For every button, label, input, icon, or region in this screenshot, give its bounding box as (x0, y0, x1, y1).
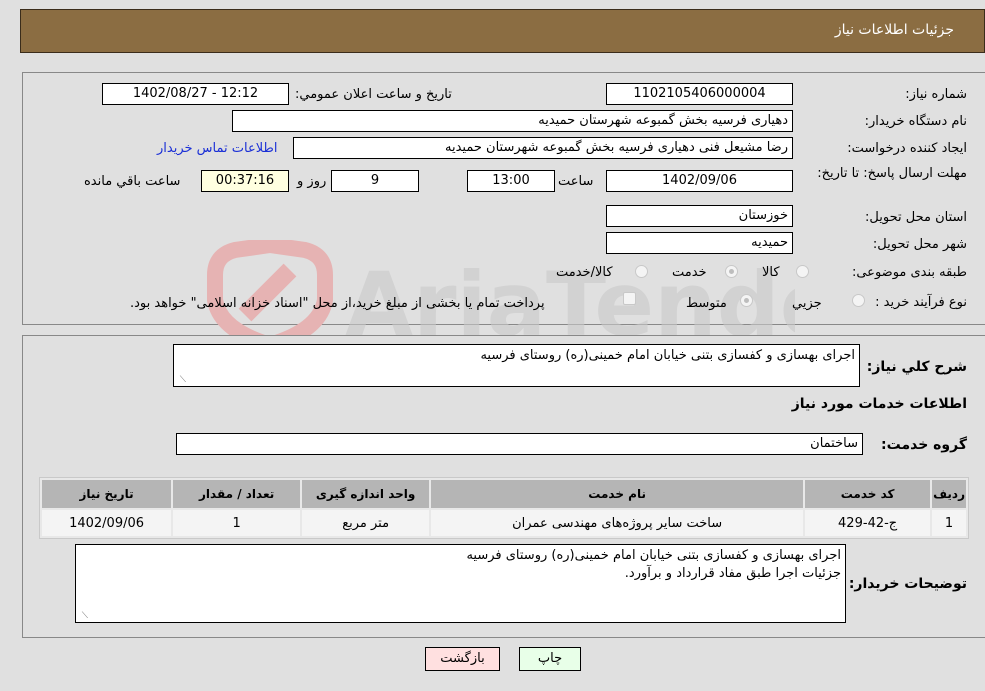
cell-row-number: 1 (932, 510, 966, 536)
requester-label: ایجاد کننده درخواست: (847, 141, 967, 156)
treasury-checkbox[interactable] (623, 292, 636, 305)
category-label: طبقه بندی موضوعی: (851, 265, 967, 280)
table-row: 1 ج-42-429 ساخت سایر پروژه‌های مهندسی عم… (42, 510, 966, 536)
purchase-option-minor: جزيي (792, 296, 822, 311)
category-radio-goods[interactable] (796, 265, 809, 278)
resize-grip-icon[interactable]: ⟋ (176, 375, 186, 385)
treasury-note: پرداخت تمام یا بخشی از مبلغ خرید،از محل … (130, 296, 545, 311)
buyer-notes-label: توضیحات خریدار: (848, 576, 967, 592)
description-text: اجرای بهسازی و کفسازی بتنی خیابان امام خ… (480, 348, 855, 363)
page-title: جزئیات اطلاعات نیاز (834, 22, 954, 38)
page-header: جزئیات اطلاعات نیاز (20, 9, 985, 53)
deadline-time-field: 13:00 (467, 170, 555, 192)
services-heading: اطلاعات خدمات مورد نیاز (791, 396, 967, 412)
city-label: شهر محل تحویل: (872, 237, 967, 252)
print-button[interactable]: چاپ (519, 647, 581, 671)
services-table: ردیف کد خدمت نام خدمت واحد اندازه گیری ت… (39, 477, 969, 539)
buyer-notes-textarea[interactable]: اجرای بهسازی و کفسازی بتنی خیابان امام خ… (75, 544, 846, 623)
cell-need-date: 1402/09/06 (42, 510, 172, 536)
cell-service-name: ساخت سایر پروژه‌های مهندسی عمران (431, 510, 804, 536)
col-header-need-date: تاریخ نیاز (42, 480, 172, 508)
description-label: شرح کلي نياز: (866, 359, 967, 375)
remaining-days-field: 9 (331, 170, 419, 192)
buyer-contact-link[interactable]: اطلاعات تماس خریدار (157, 141, 277, 156)
city-field: حمیدیه (606, 232, 793, 254)
back-button[interactable]: بازگشت (425, 647, 500, 671)
buyer-org-field: دهیاری فرسیه بخش گمبوعه شهرستان حمیدیه (232, 110, 793, 132)
need-number-label: شماره نیاز: (905, 87, 967, 102)
service-group-label: گروه خدمت: (881, 437, 967, 453)
cell-unit: متر مربع (302, 510, 430, 536)
service-group-field: ساختمان (176, 433, 863, 455)
description-textarea[interactable]: اجرای بهسازی و کفسازی بتنی خیابان امام خ… (173, 344, 860, 387)
announce-datetime-label: تاریخ و ساعت اعلان عمومي: (295, 87, 452, 102)
province-label: استان محل تحویل: (865, 210, 967, 225)
category-option-goods-service: کالا/خدمت (556, 265, 613, 280)
cell-quantity: 1 (173, 510, 301, 536)
table-header-row: ردیف کد خدمت نام خدمت واحد اندازه گیری ت… (42, 480, 966, 508)
buyer-org-label: نام دستگاه خریدار: (864, 114, 967, 129)
requester-field: رضا مشیعل فنی دهیاری فرسیه بخش گمبوعه شه… (293, 137, 793, 159)
category-option-goods: کالا (762, 265, 780, 280)
category-radio-goods-service[interactable] (635, 265, 648, 278)
purchase-radio-medium[interactable] (740, 294, 753, 307)
need-number-field: 1102105406000004 (606, 83, 793, 105)
category-radio-service[interactable] (725, 265, 738, 278)
purchase-radio-minor[interactable] (852, 294, 865, 307)
days-label: روز و (297, 174, 327, 189)
province-field: خوزستان (606, 205, 793, 227)
announce-datetime-field: 1402/08/27 - 12:12 (102, 83, 289, 105)
deadline-time-label: ساعت (558, 174, 594, 189)
purchase-option-medium: متوسط (686, 296, 727, 311)
purchase-type-label: نوع فرآیند خرید : (875, 295, 967, 310)
category-option-service: خدمت (672, 265, 707, 280)
col-header-service-name: نام خدمت (431, 480, 804, 508)
col-header-unit: واحد اندازه گیری (302, 480, 430, 508)
cell-service-code: ج-42-429 (805, 510, 931, 536)
col-header-row-number: ردیف (932, 480, 966, 508)
col-header-quantity: تعداد / مقدار (173, 480, 301, 508)
col-header-service-code: کد خدمت (805, 480, 931, 508)
remaining-time-field: 00:37:16 (201, 170, 289, 192)
deadline-date-field: 1402/09/06 (606, 170, 793, 192)
remaining-time-label: ساعت باقي مانده (84, 174, 181, 189)
deadline-label: مهلت ارسال پاسخ: تا تاریخ: (817, 166, 967, 181)
buyer-notes-line-1: اجرای بهسازی و کفسازی بتنی خیابان امام خ… (466, 548, 841, 563)
resize-grip-icon[interactable]: ⟋ (78, 611, 88, 621)
buyer-notes-line-2: جزئیات اجرا طبق مفاد قرارداد و برآورد. (624, 566, 841, 581)
